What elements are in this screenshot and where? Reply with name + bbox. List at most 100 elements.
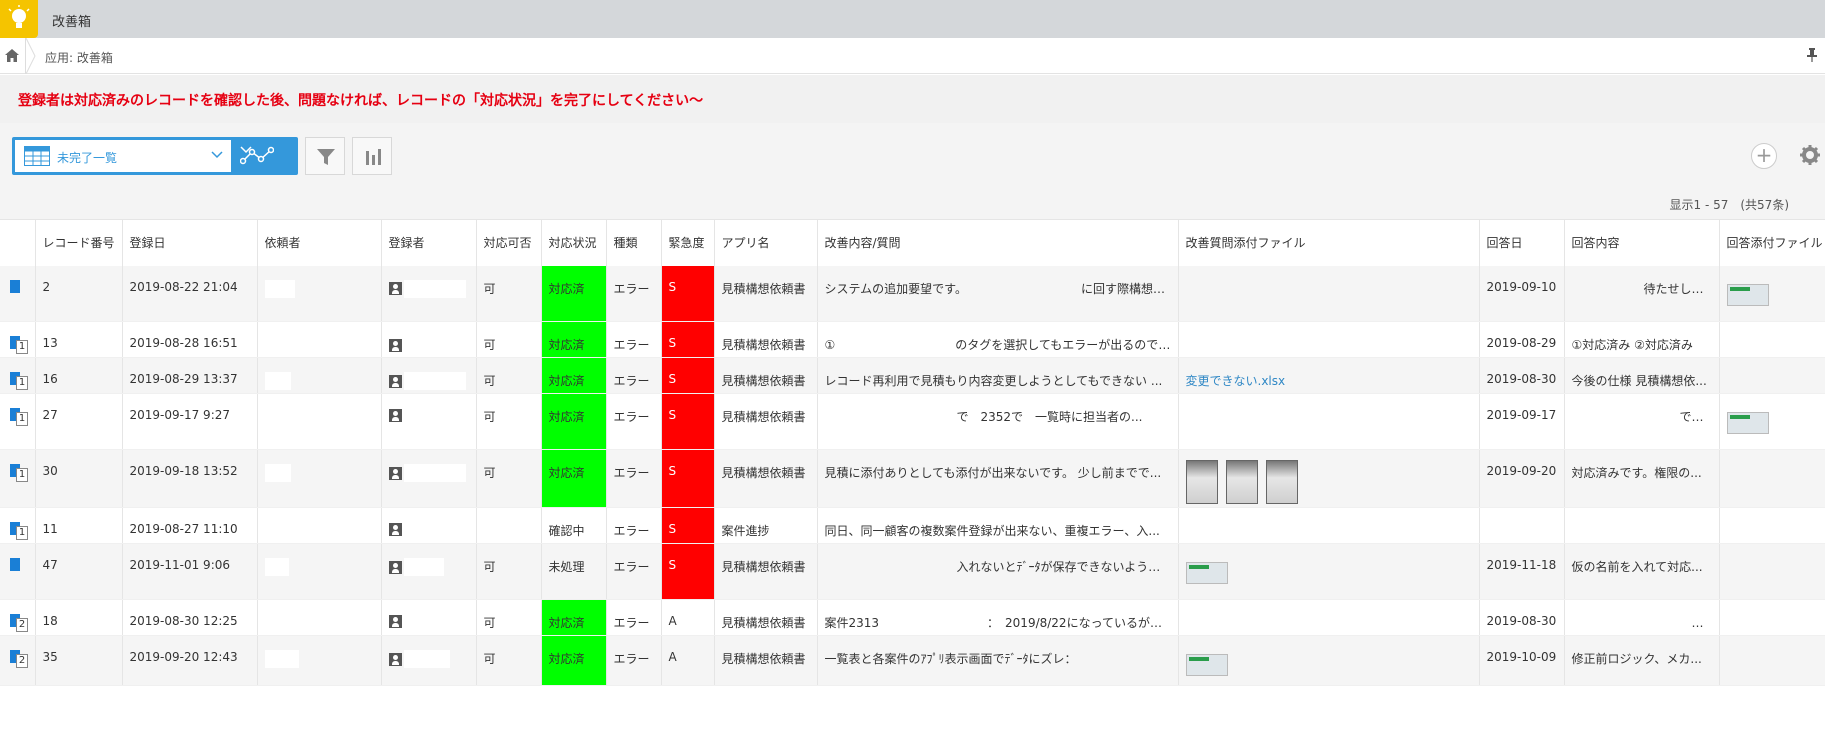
comment-count-badge: 2 xyxy=(16,618,28,632)
answer-content-cell: 対応済みです。権限の... xyxy=(1564,449,1720,508)
record-detail-cell[interactable]: 2 xyxy=(0,599,36,636)
record-detail-cell[interactable] xyxy=(0,543,36,600)
graph-menu-button[interactable] xyxy=(234,137,298,175)
list-toolbar: 未完了一覧 + xyxy=(0,123,1825,187)
app-name-cell: 見積構想依頼書 xyxy=(714,265,818,322)
attachment-thumbnail[interactable] xyxy=(1185,654,1228,676)
type-cell: エラー xyxy=(606,543,662,600)
record-document-icon[interactable]: 1 xyxy=(10,408,28,426)
pager: 显示1 - 57 (共57条) xyxy=(1669,198,1790,212)
gear-icon[interactable] xyxy=(1799,144,1821,166)
urgency-cell: S xyxy=(661,321,715,358)
table-row[interactable]: 1 27 2019-09-17 9:27 可対応済 エラー S 見積構想依頼書 で 2352… xyxy=(0,393,1825,450)
answer-content-cell: 修正前ロジック、メカ... xyxy=(1564,635,1720,686)
registered-date: 2019-08-27 11:10 xyxy=(122,507,258,544)
type-cell: エラー xyxy=(606,357,662,394)
redacted-name xyxy=(264,650,299,668)
status-cell: 対応済 xyxy=(541,635,607,686)
home-button[interactable] xyxy=(0,38,26,74)
record-detail-cell[interactable]: 1 xyxy=(0,321,36,358)
app-header: 改善箱 xyxy=(0,0,1825,38)
answer-content-cell: 待たせしま... xyxy=(1564,265,1720,322)
column-header[interactable]: 回答日 xyxy=(1479,219,1565,266)
answer-date-cell: 2019-09-17 xyxy=(1479,393,1565,450)
attachment-thumbnail[interactable] xyxy=(1185,562,1228,584)
table-row[interactable]: 1 16 2019-08-29 13:37 可対応済 エラー S 見積構想依頼書 レコード再利… xyxy=(0,357,1825,394)
record-document-icon[interactable] xyxy=(10,558,20,571)
app-name-cell: 案件進捗 xyxy=(714,507,818,544)
record-document-icon[interactable]: 2 xyxy=(10,614,28,632)
column-header[interactable]: レコード番号 xyxy=(35,219,123,266)
column-header[interactable]: 対応可否 xyxy=(476,219,542,266)
column-header[interactable]: 登録者 xyxy=(381,219,477,266)
pin-icon[interactable] xyxy=(1807,48,1817,62)
record-detail-cell[interactable]: 1 xyxy=(0,507,36,544)
column-header[interactable]: 緊急度 xyxy=(661,219,715,266)
attachment-thumbnail[interactable] xyxy=(1225,460,1258,504)
record-detail-cell[interactable] xyxy=(0,265,36,322)
column-header[interactable]: 依頼者 xyxy=(257,219,382,266)
column-header[interactable]: アプリ名 xyxy=(714,219,818,266)
column-header[interactable]: 回答添付ファイル xyxy=(1719,219,1825,266)
content-cell: 案件2313 ： 2019/8/22になっているが ... xyxy=(817,599,1179,636)
notice-banner: 登録者は対応済みのレコードを確認した後、問題なければ、レコードの「対応状況」を完… xyxy=(0,75,1825,123)
add-record-button[interactable]: + xyxy=(1751,143,1777,169)
content-cell: 入れないとﾃﾞｰﾀが保存できないようだ... xyxy=(817,543,1179,600)
user-icon xyxy=(388,338,402,352)
attachment-thumbnail[interactable] xyxy=(1726,283,1769,306)
table-row[interactable]: 1 30 2019-09-18 13:52 可対応済 エラー S 見積構想依頼書 見積に添付あ… xyxy=(0,449,1825,508)
record-number: 11 xyxy=(35,507,123,544)
table-row[interactable]: 2 2019-08-22 21:04 可対応済 エラー S 見積構想依頼書 システムの追加要… xyxy=(0,265,1825,322)
registrant-cell xyxy=(381,543,477,600)
record-detail-cell[interactable]: 2 xyxy=(0,635,36,686)
answer-content-cell: 今後の仕様 見積構想依... xyxy=(1564,357,1720,394)
chart-button[interactable] xyxy=(352,137,392,175)
answer-attachment-cell xyxy=(1719,507,1825,544)
attachment-thumbnail[interactable] xyxy=(1265,460,1298,504)
status-cell: 対応済 xyxy=(541,393,607,450)
answer-date-cell: 2019-09-10 xyxy=(1479,265,1565,322)
record-document-icon[interactable]: 1 xyxy=(10,372,28,390)
attachment-thumbnail[interactable] xyxy=(1726,412,1769,434)
record-document-icon[interactable]: 1 xyxy=(10,464,28,482)
table-row[interactable]: 2 35 2019-09-20 12:43 可対応済 エラー A 見積構想依頼書 一覧表と各案… xyxy=(0,635,1825,686)
table-row[interactable]: 1 11 2019-08-27 11:10 確認中 エラー S 案件進捗 同日、同一顧客の複数… xyxy=(0,507,1825,544)
redacted-name xyxy=(264,464,291,482)
user-icon xyxy=(388,374,402,388)
record-detail-cell[interactable]: 1 xyxy=(0,393,36,450)
column-header[interactable] xyxy=(0,219,36,266)
lightbulb-icon[interactable] xyxy=(0,0,38,38)
column-header[interactable]: 回答内容 xyxy=(1564,219,1720,266)
registrant-cell xyxy=(381,449,477,508)
record-document-icon[interactable] xyxy=(10,279,20,293)
filter-button[interactable] xyxy=(305,137,345,175)
record-detail-cell[interactable]: 1 xyxy=(0,357,36,394)
user-icon xyxy=(388,523,402,536)
record-document-icon[interactable]: 1 xyxy=(10,336,28,354)
redacted-name xyxy=(403,558,444,576)
column-header[interactable]: 登録日 xyxy=(122,219,258,266)
user-icon xyxy=(388,615,402,628)
attachment-thumbnail[interactable] xyxy=(1185,460,1218,504)
column-header[interactable]: 改善質問添付ファイル xyxy=(1178,219,1480,266)
record-document-icon[interactable]: 1 xyxy=(10,522,28,540)
availability-cell: 可 xyxy=(476,449,542,508)
column-header[interactable]: 種類 xyxy=(606,219,662,266)
type-cell: エラー xyxy=(606,449,662,508)
requester-cell xyxy=(257,449,382,508)
table-row[interactable]: 2 18 2019-08-30 12:25 可対応済 エラー A 見積構想依頼書 案件2313… xyxy=(0,599,1825,636)
breadcrumb-item-app[interactable]: 应用: 改善箱 xyxy=(45,49,113,66)
table-row[interactable]: 47 2019-11-01 9:06 可未処理 エラー S 見積構想依頼書 入れないとﾃﾞ… xyxy=(0,543,1825,600)
attachment-link[interactable]: 変更できない.xlsx xyxy=(1186,374,1286,388)
view-name: 未完了一覧 xyxy=(57,151,118,165)
record-number: 47 xyxy=(35,543,123,600)
record-detail-cell[interactable]: 1 xyxy=(0,449,36,508)
table-row[interactable]: 1 13 2019-08-28 16:51 可対応済 エラー S 見積構想依頼書 ① のタグを… xyxy=(0,321,1825,358)
column-header[interactable]: 改善内容/質問 xyxy=(817,219,1179,266)
view-dropdown[interactable]: 未完了一覧 xyxy=(15,140,231,172)
record-number: 18 xyxy=(35,599,123,636)
record-document-icon[interactable]: 2 xyxy=(10,650,28,668)
registered-date: 2019-08-30 12:25 xyxy=(122,599,258,636)
column-header[interactable]: 対応状況 xyxy=(541,219,607,266)
availability-cell: 可 xyxy=(476,357,542,394)
